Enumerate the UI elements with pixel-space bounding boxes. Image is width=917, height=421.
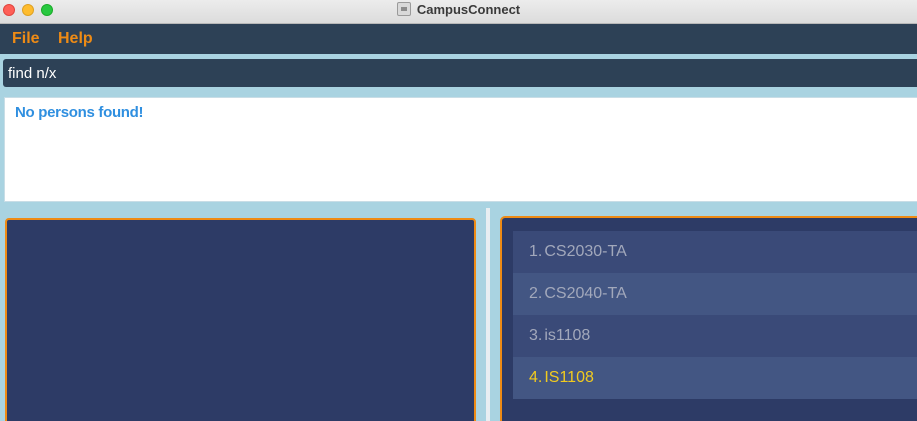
result-message: No persons found!	[15, 104, 144, 121]
window-title-container: CampusConnect	[0, 0, 917, 22]
tag-index: 3.	[529, 327, 543, 344]
tag-list-item[interactable]: 1. CS2030-TA	[513, 231, 917, 273]
tag-list-panel: 1. CS2030-TA 2. CS2040-TA 3. is1108 4. IS110…	[500, 216, 917, 421]
tag-label: CS2040-TA	[544, 285, 627, 302]
tag-label: IS1108	[544, 369, 594, 386]
command-input[interactable]	[3, 59, 917, 87]
window-titlebar: CampusConnect	[0, 0, 917, 24]
tag-list: 1. CS2030-TA 2. CS2040-TA 3. is1108 4. IS110…	[513, 231, 917, 399]
tag-index: 4.	[529, 369, 543, 386]
tag-label: is1108	[544, 327, 591, 344]
tag-index: 1.	[529, 243, 543, 260]
menu-file[interactable]: File	[12, 24, 40, 54]
tag-list-item[interactable]: 3. is1108	[513, 315, 917, 357]
menu-bar: File Help	[0, 24, 917, 54]
split-pane-divider[interactable]	[486, 208, 490, 421]
window-title: CampusConnect	[416, 2, 521, 17]
result-display: No persons found!	[4, 97, 917, 202]
person-list-panel	[5, 218, 476, 421]
app-icon	[396, 2, 411, 16]
tag-list-item[interactable]: 2. CS2040-TA	[513, 273, 917, 315]
command-box	[3, 59, 917, 87]
tag-index: 2.	[529, 285, 543, 302]
tag-label: CS2030-TA	[544, 243, 627, 260]
tag-list-item-selected[interactable]: 4. IS1108	[513, 357, 917, 399]
menu-help[interactable]: Help	[58, 24, 93, 54]
